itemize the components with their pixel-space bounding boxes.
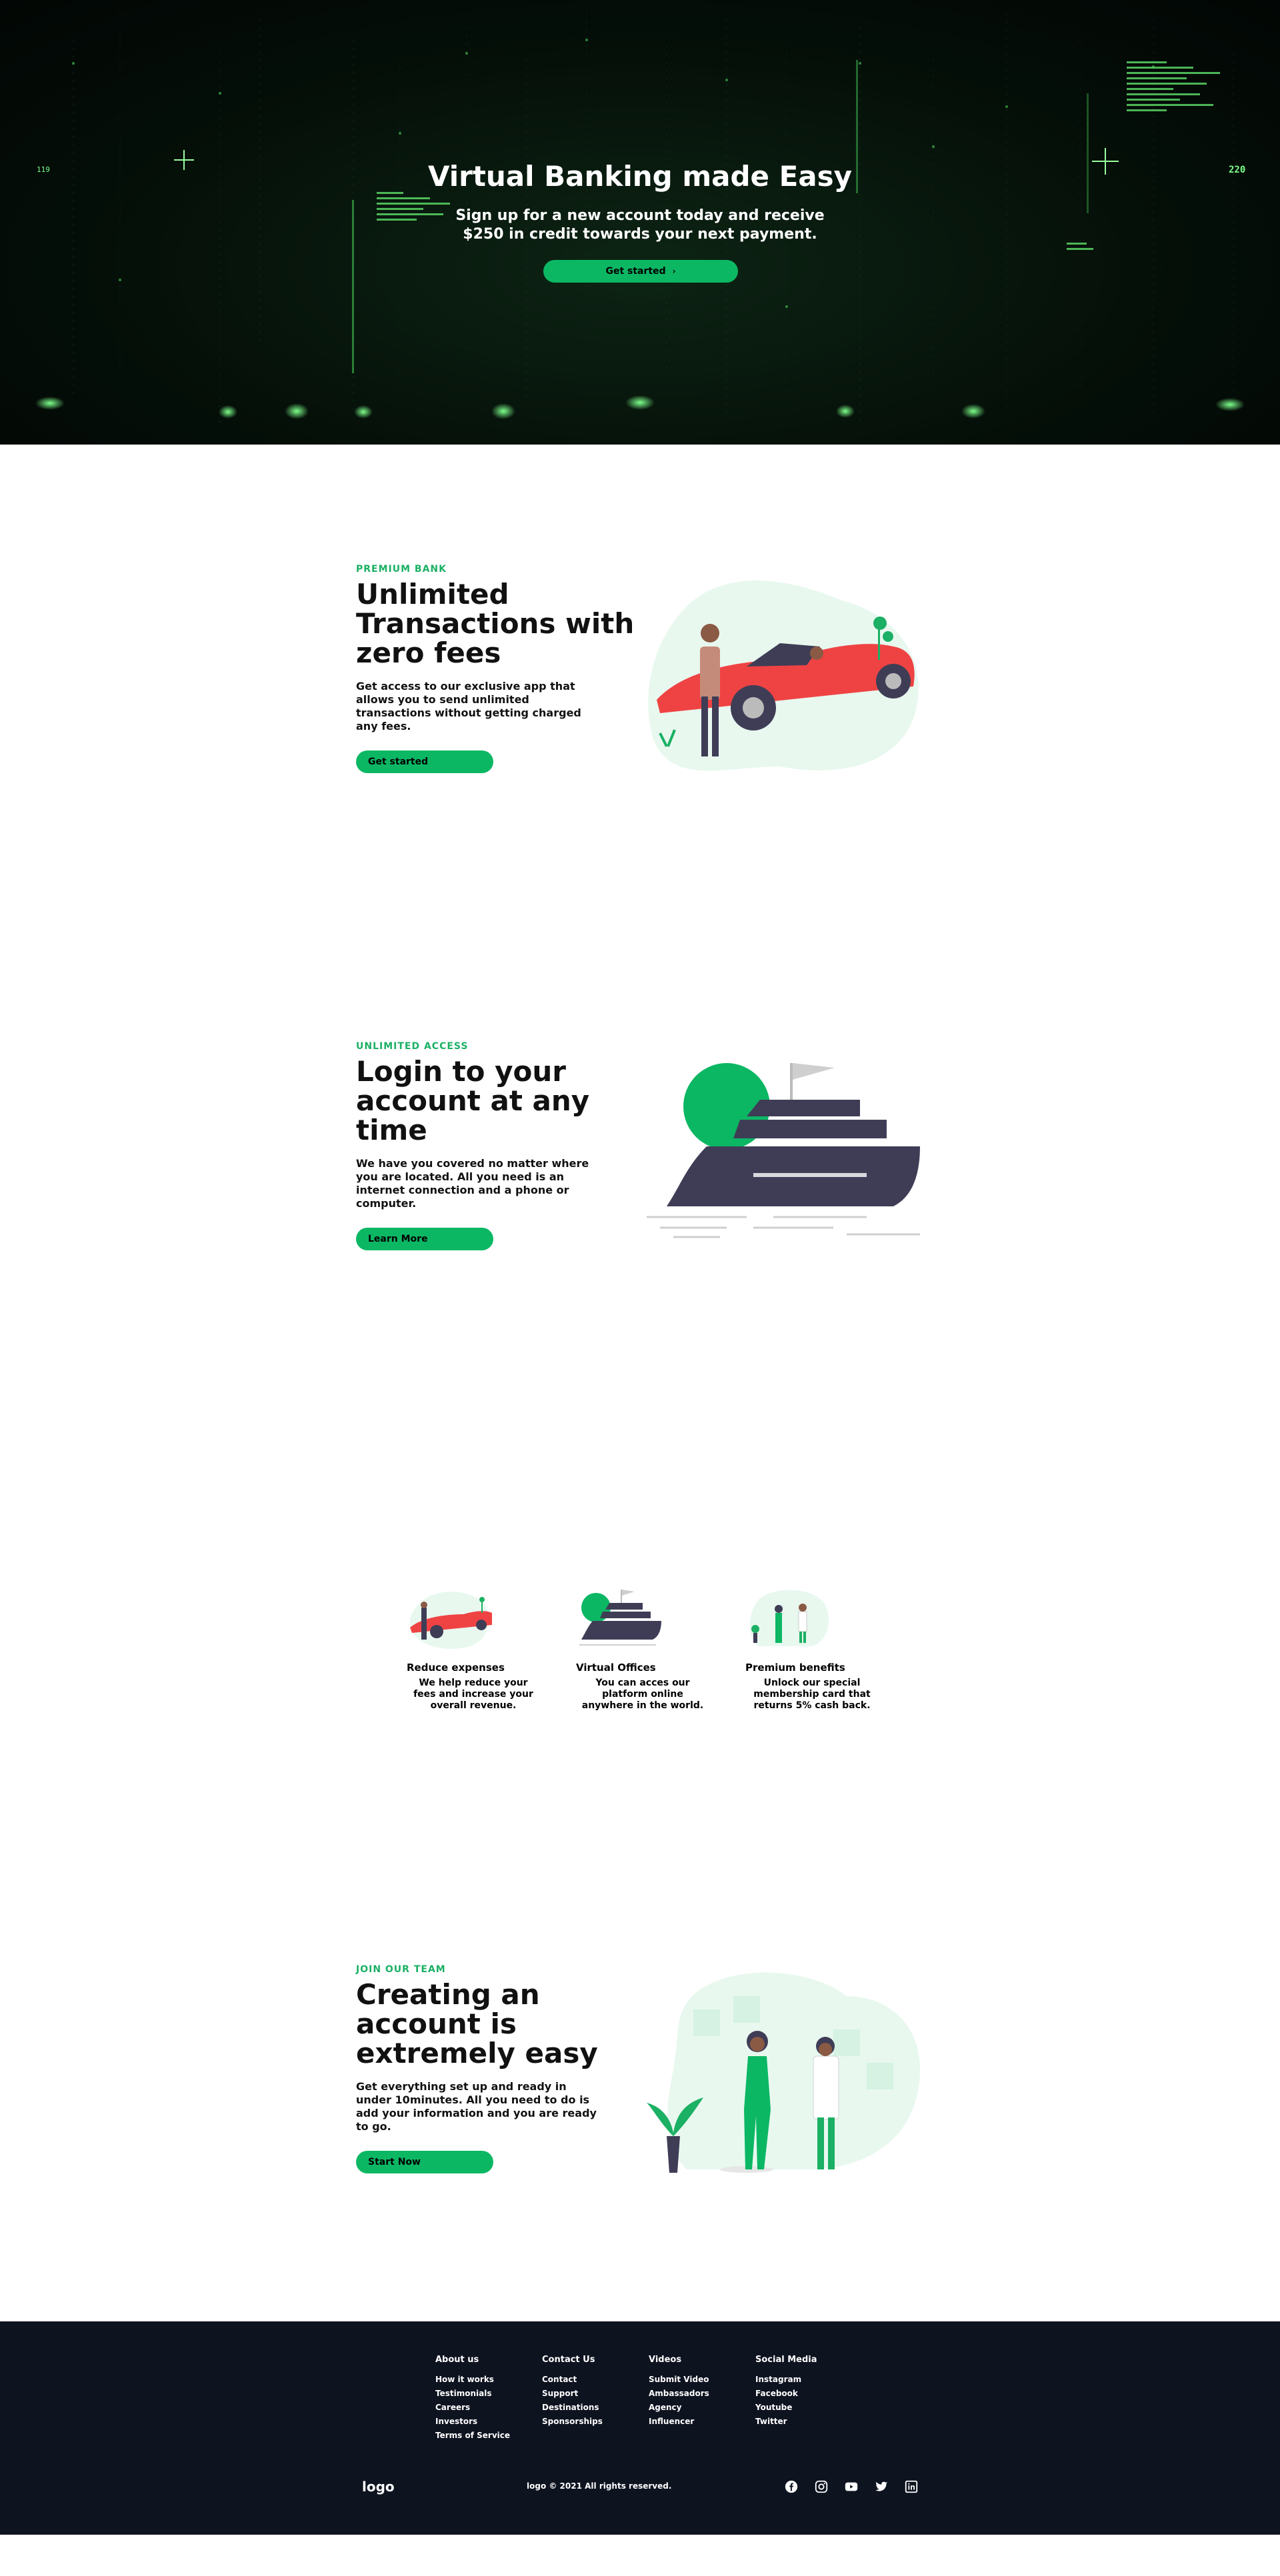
- section-eyebrow: PREMIUM BANK: [356, 564, 447, 575]
- premium-bank-section: PREMIUM BANK Unlimited Transactions with…: [356, 564, 636, 773]
- hero-section: 119 220 Virtual Banking made Easy Sign u…: [0, 0, 1280, 445]
- card-body: You can acces our platform online anywhe…: [581, 1678, 704, 1711]
- section-title: Unlimited Transactions with zero fees: [356, 578, 635, 669]
- unlimited-access-section: UNLIMITED ACCESS Login to your account a…: [356, 1041, 636, 1250]
- facebook-icon[interactable]: [784, 2479, 799, 2494]
- section-body: Get everything set up and ready in under…: [356, 2080, 597, 2133]
- car-illustration: [648, 581, 919, 771]
- section-eyebrow: UNLIMITED ACCESS: [356, 1041, 469, 1052]
- chevron-right-icon: ›: [672, 267, 676, 276]
- benefits-cards: Reduce expenses We help reduce your fees…: [400, 1586, 880, 1733]
- copyright-text: logo © 2021 All rights reserved.: [527, 2481, 672, 2491]
- footer-link[interactable]: Destinations: [542, 2401, 603, 2415]
- hero-cta-label: Get started: [605, 266, 666, 277]
- card-reduce-expenses: Reduce expenses We help reduce your fees…: [407, 1586, 540, 1712]
- footer-link[interactable]: Twitter: [755, 2415, 817, 2429]
- yacht-thumbnail-illustration: [579, 1590, 661, 1646]
- footer-column-social: Social Media Instagram Facebook Youtube …: [755, 2355, 817, 2429]
- card-body: Unlock our special membership card that …: [753, 1678, 871, 1711]
- footer-column-about: About us How it works Testimonials Caree…: [435, 2355, 510, 2443]
- card-premium-benefits: Premium benefits Unlock our special memb…: [745, 1586, 879, 1712]
- footer-link[interactable]: Support: [542, 2387, 603, 2401]
- get-started-button[interactable]: Get started: [356, 750, 493, 773]
- hero-title: Virtual Banking made Easy: [427, 160, 853, 193]
- footer-logo[interactable]: logo: [362, 2479, 395, 2495]
- card-title: Premium benefits: [745, 1662, 845, 1674]
- section-title: Creating an account is extremely easy: [356, 1978, 598, 2069]
- footer-column-heading: Videos: [649, 2355, 682, 2365]
- team-thumbnail-illustration: [749, 1590, 829, 1646]
- footer-column-videos: Videos Submit Video Ambassadors Agency I…: [649, 2355, 709, 2429]
- footer-link[interactable]: Facebook: [755, 2387, 817, 2401]
- card-title: Reduce expenses: [407, 1662, 505, 1674]
- section-body: Get access to our exclusive app that all…: [356, 680, 581, 732]
- footer-link[interactable]: Youtube: [755, 2401, 817, 2415]
- footer-column-heading: Social Media: [755, 2355, 817, 2365]
- footer-link[interactable]: Instagram: [755, 2373, 817, 2387]
- instagram-icon[interactable]: [814, 2479, 829, 2494]
- footer-link[interactable]: Ambassadors: [649, 2387, 709, 2401]
- section-title: Login to your account at any time: [356, 1055, 590, 1146]
- footer-link[interactable]: Influencer: [649, 2415, 709, 2429]
- section-body: We have you covered no matter where you …: [356, 1157, 589, 1210]
- footer-link[interactable]: Contact: [542, 2373, 603, 2387]
- hero-subtitle: Sign up for a new account today and rece…: [455, 207, 825, 243]
- card-body: We help reduce your fees and increase yo…: [413, 1678, 533, 1711]
- footer-link[interactable]: Terms of Service: [435, 2429, 510, 2443]
- section-eyebrow: JOIN OUR TEAM: [356, 1964, 446, 1975]
- car-thumbnail-illustration: [409, 1592, 492, 1649]
- twitter-icon[interactable]: [874, 2479, 889, 2494]
- site-footer: About us How it works Testimonials Caree…: [0, 2321, 1280, 2535]
- linkedin-icon[interactable]: [904, 2479, 919, 2494]
- footer-link[interactable]: Testimonials: [435, 2387, 510, 2401]
- card-virtual-offices: Virtual Offices You can acces our platfo…: [576, 1586, 709, 1712]
- footer-link[interactable]: Careers: [435, 2401, 510, 2415]
- learn-more-button[interactable]: Learn More: [356, 1228, 493, 1250]
- hero-get-started-button[interactable]: Get started ›: [543, 260, 738, 283]
- youtube-icon[interactable]: [844, 2479, 859, 2494]
- footer-link[interactable]: How it works: [435, 2373, 510, 2387]
- card-title: Virtual Offices: [576, 1662, 656, 1674]
- footer-link[interactable]: Investors: [435, 2415, 510, 2429]
- footer-link[interactable]: Submit Video: [649, 2373, 709, 2387]
- footer-column-heading: About us: [435, 2355, 479, 2365]
- team-illustration: [647, 1972, 920, 2173]
- start-now-button[interactable]: Start Now: [356, 2151, 493, 2173]
- yacht-illustration: [647, 1063, 920, 1238]
- join-our-team-section: JOIN OUR TEAM Creating an account is ext…: [356, 1964, 636, 2173]
- footer-link[interactable]: Sponsorships: [542, 2415, 603, 2429]
- footer-column-contact: Contact Us Contact Support Destinations …: [542, 2355, 603, 2429]
- footer-link[interactable]: Agency: [649, 2401, 709, 2415]
- footer-column-heading: Contact Us: [542, 2355, 595, 2365]
